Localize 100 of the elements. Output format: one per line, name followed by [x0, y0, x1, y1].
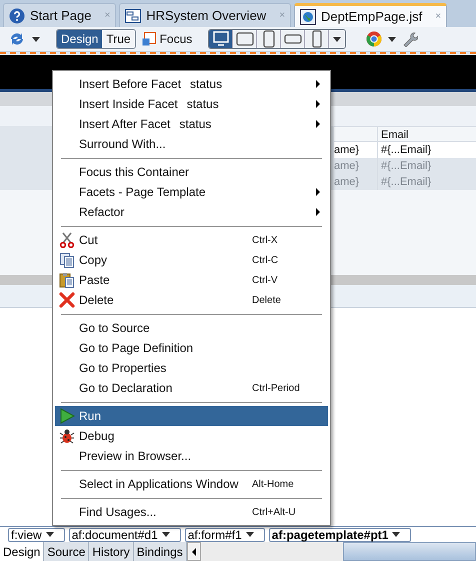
editor-mode-tab[interactable]: History — [89, 542, 134, 561]
diagram-icon — [125, 8, 142, 22]
menu-item-label: Cut — [79, 232, 98, 249]
menu-item-label: Go to Declaration — [79, 380, 172, 397]
facet-name: status — [179, 116, 212, 133]
menu-item[interactable]: Go to Declaration Ctrl-Period — [55, 378, 328, 398]
help-icon — [9, 8, 25, 24]
column-header: Email — [380, 128, 409, 141]
editor-mode-tab[interactable]: Source — [44, 542, 90, 561]
mode-toggle-button[interactable]: True — [102, 30, 135, 48]
editor-mode-tab[interactable]: Design — [0, 542, 44, 561]
caret-icon — [32, 36, 40, 42]
shortcut-label: Ctrl-C — [252, 254, 278, 268]
menu-item-label: Go to Properties — [79, 360, 166, 377]
shortcut-label: Ctrl+Alt-U — [252, 506, 296, 520]
device-button[interactable] — [281, 30, 306, 48]
wrench-icon[interactable] — [402, 31, 418, 47]
device-button[interactable] — [233, 30, 258, 48]
breadcrumb-item[interactable]: f:view — [8, 528, 65, 542]
menu-item[interactable]: Insert Before Facet status — [55, 74, 328, 94]
caret-icon — [162, 532, 170, 537]
menu-item[interactable]: Facets - Page Template — [55, 182, 328, 202]
delete-icon — [59, 292, 75, 308]
menu-item[interactable]: Insert Inside Facet status — [55, 94, 328, 114]
menu-item[interactable]: Find Usages... Ctrl+Alt-U — [55, 502, 328, 522]
shortcut-label: Ctrl-X — [252, 234, 278, 248]
menu-item[interactable]: Go to Properties — [55, 358, 328, 378]
menu-item[interactable]: Preview in Browser... — [55, 446, 328, 466]
menu-item[interactable]: Run — [55, 406, 328, 426]
monitor-icon — [210, 30, 231, 48]
menu-item[interactable]: Go to Page Definition — [55, 338, 328, 358]
table-cell-text: #{...Email} — [380, 175, 432, 190]
play-icon — [59, 408, 75, 424]
browser-icon[interactable] — [366, 31, 382, 47]
menu-item[interactable]: Delete Delete — [55, 290, 328, 310]
menu-item-label: Refactor — [79, 204, 124, 221]
menu-item[interactable]: Copy Ctrl-C — [55, 250, 328, 270]
scrollbar-thumb[interactable] — [343, 542, 476, 561]
editor-tab[interactable]: Start Page × — [3, 3, 116, 27]
menu-item-label: Insert After Facet — [79, 116, 170, 133]
menu-item[interactable]: Refactor — [55, 202, 328, 222]
scissors-icon — [59, 232, 75, 248]
editor-mode-tab[interactable]: Bindings — [134, 542, 187, 561]
copy-icon — [59, 252, 75, 268]
globe-page-icon — [300, 8, 316, 24]
menu-item[interactable]: Insert After Facet status — [55, 114, 328, 134]
menu-item-label: Debug — [79, 428, 114, 445]
menu-item-label: Copy — [79, 252, 108, 269]
caret-icon — [388, 36, 396, 42]
focus-icon — [142, 32, 156, 46]
table-cell: ame} — [334, 142, 378, 158]
table-cell-text: #{...Email} — [380, 143, 432, 158]
scroll-left-button[interactable] — [186, 542, 201, 561]
menu-item-label: Facets - Page Template — [79, 184, 206, 201]
breadcrumb-item[interactable]: af:form#f1 — [184, 528, 265, 542]
caret-icon — [333, 36, 342, 42]
submenu-arrow-icon — [316, 120, 320, 128]
mode-toggle-button[interactable]: Design — [57, 30, 102, 48]
table-cell: ame} — [334, 158, 378, 174]
breadcrumb-item[interactable]: af:document#d1 — [68, 528, 181, 542]
menu-item[interactable]: Go to Source — [55, 318, 328, 338]
tablet-landscape-icon — [234, 30, 255, 48]
editor-tab[interactable]: HRSystem Overview × — [119, 3, 292, 27]
device-button[interactable] — [209, 30, 234, 48]
submenu-arrow-icon — [316, 188, 320, 196]
table-cell-text: #{...Email} — [380, 159, 432, 174]
menu-item-label: Paste — [79, 272, 110, 289]
menu-item-label: Preview in Browser... — [79, 448, 192, 465]
submenu-arrow-icon — [316, 80, 320, 88]
submenu-arrow-icon — [316, 100, 320, 108]
left-arrow-icon — [192, 548, 196, 556]
facet-name: status — [186, 96, 219, 113]
submenu-arrow-icon — [316, 208, 320, 216]
menu-item[interactable]: Surround With... — [55, 134, 328, 154]
menu-item[interactable]: Debug — [55, 426, 328, 446]
shortcut-label: Ctrl-Period — [252, 382, 300, 396]
shortcut-label: Alt-Home — [252, 478, 294, 492]
menu-item-label: Select in Applications Window — [79, 476, 238, 493]
menu-item-label: Insert Inside Facet — [79, 96, 178, 113]
shortcut-label: Ctrl-V — [252, 274, 278, 288]
menu-item-label: Run — [79, 408, 102, 425]
menu-item[interactable]: Focus this Container — [55, 162, 328, 182]
menu-item-label: Surround With... — [79, 136, 166, 153]
clipboard-icon — [59, 272, 75, 288]
menu-item-label: Find Usages... — [79, 504, 156, 521]
menu-item-label: Insert Before Facet — [79, 76, 182, 93]
focus-button[interactable]: Focus — [142, 30, 192, 48]
menu-item-label: Delete — [79, 292, 114, 309]
bug-icon — [59, 428, 75, 444]
facet-name: status — [190, 76, 222, 93]
menu-item[interactable]: Select in Applications Window Alt-Home — [55, 474, 328, 494]
caret-icon — [392, 532, 400, 537]
menu-item-label: Go to Source — [79, 320, 150, 337]
caret-icon — [46, 532, 54, 537]
editor-tab[interactable]: DeptEmpPage.jsf × — [294, 3, 448, 27]
menu-item[interactable]: Paste Ctrl-V — [55, 270, 328, 290]
menu-item[interactable]: Cut Ctrl-X — [55, 230, 328, 250]
breadcrumb-item[interactable]: af:pagetemplate#pt1 — [268, 528, 412, 542]
menu-item-label: Focus this Container — [79, 164, 190, 181]
menu-item-label: Go to Page Definition — [79, 340, 194, 357]
